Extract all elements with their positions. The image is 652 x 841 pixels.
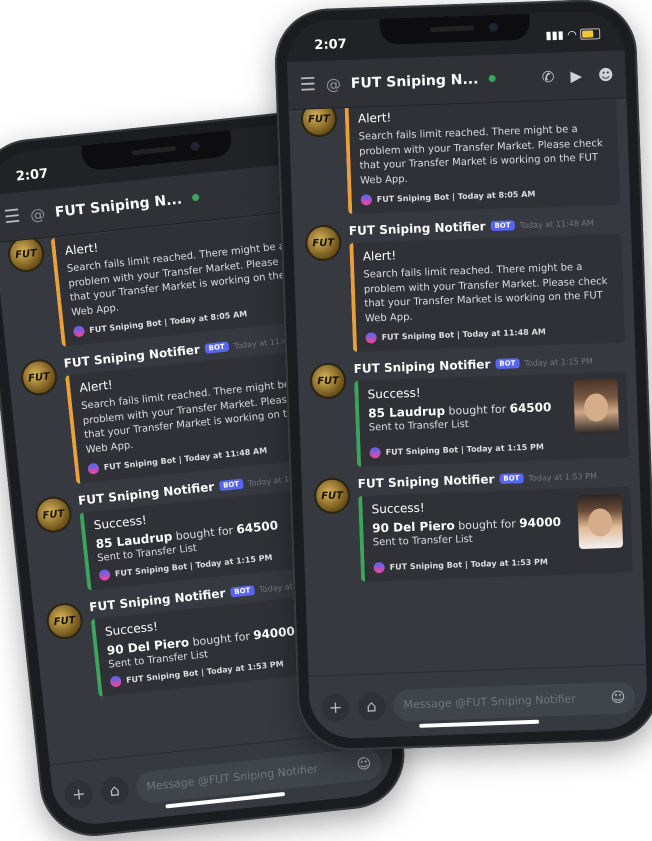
player-name: 85 Laudrup	[368, 403, 446, 421]
message-timestamp: Today at 1:53 PM	[528, 471, 598, 483]
call-icon[interactable]: ✆	[542, 67, 555, 85]
channel-name: FUT Sniping N...	[54, 190, 183, 221]
emoji-icon[interactable]: ☺	[610, 689, 625, 706]
bot-footer-icon	[98, 569, 111, 582]
message: FUT FUT Sniping Notifier BOT Today at 11:4…	[304, 215, 625, 354]
alert-embed: Alert! Search fails limit reached. There…	[349, 233, 625, 352]
channel-name: FUT Sniping N...	[350, 70, 479, 92]
success-embed: Success! 85 Laudrup bought for 64500 Sen…	[354, 371, 629, 467]
price: 64500	[509, 400, 552, 416]
message-feed[interactable]: FUT Alert! Search fails limit reached. T…	[289, 98, 647, 675]
phone-front: 2:07 ▮▮▮ ◠ ☰ @ FUT Sniping N... ✆ ▶ ☻ FUT A…	[273, 0, 652, 753]
bought-for-text: bought for	[458, 517, 517, 533]
author-name[interactable]: FUT Sniping Notifier	[353, 357, 490, 376]
notch	[379, 13, 531, 45]
members-icon[interactable]: ☻	[598, 65, 614, 84]
online-status-icon	[191, 193, 200, 202]
gift-icon[interactable]: ⌂	[357, 691, 386, 721]
at-icon: @	[29, 204, 47, 224]
signal-icon: ▮▮▮	[545, 28, 564, 43]
bot-badge: BOT	[229, 585, 255, 598]
bot-badge: BOT	[218, 478, 244, 492]
online-status-icon	[488, 74, 496, 83]
message-composer: + ⌂ Message @FUT Sniping Notifier ☺	[308, 663, 649, 740]
bot-footer-icon	[72, 325, 86, 338]
message-placeholder: Message @FUT Sniping Notifier	[403, 692, 576, 712]
embed-description: Search fails limit reached. There might …	[358, 123, 603, 187]
bot-footer-icon	[87, 462, 100, 475]
at-icon: @	[325, 74, 342, 94]
menu-icon[interactable]: ☰	[3, 205, 21, 228]
bot-badge: BOT	[204, 341, 230, 354]
message-placeholder: Message @FUT Sniping Notifier	[145, 762, 319, 794]
message-timestamp: Today at 11:48 AM	[519, 217, 594, 230]
bought-for-text: bought for	[448, 402, 507, 418]
embed-footer: FUT Sniping Bot | Today at 8:05 AM	[376, 189, 536, 205]
emoji-icon[interactable]: ☺	[356, 755, 372, 772]
player-thumbnail[interactable]	[573, 378, 620, 435]
screen: 2:07 ▮▮▮ ◠ ☰ @ FUT Sniping N... ✆ ▶ ☻ FUT A…	[285, 10, 649, 740]
author-name[interactable]: FUT Sniping Notifier	[357, 472, 494, 491]
message-input[interactable]: Message @FUT Sniping Notifier ☺	[392, 680, 636, 722]
avatar[interactable]: FUT	[313, 477, 351, 515]
status-time: 2:07	[15, 166, 49, 185]
success-embed: Success! 90 Del Piero bought for 94000 S…	[358, 486, 633, 582]
bot-badge: BOT	[499, 473, 524, 484]
alert-embed: Alert! Search fails limit reached. There…	[344, 98, 621, 215]
gift-icon[interactable]: ⌂	[99, 774, 131, 806]
message-timestamp: Today at 1:15 PM	[524, 356, 594, 368]
bot-badge: BOT	[490, 220, 515, 232]
status-time: 2:07	[314, 37, 347, 54]
message: FUT Alert! Search fails limit reached. T…	[300, 98, 621, 215]
price: 94000	[519, 514, 562, 531]
avatar[interactable]: FUT	[44, 601, 85, 641]
menu-icon[interactable]: ☰	[299, 74, 316, 96]
player-name: 90 Del Piero	[372, 518, 455, 536]
embed-footer: FUT Sniping Bot | Today at 11:48 AM	[381, 327, 546, 342]
wifi-icon: ◠	[567, 27, 577, 42]
add-icon[interactable]: +	[321, 692, 350, 722]
author-name[interactable]: FUT Sniping Notifier	[349, 219, 486, 238]
embed-title: Success!	[367, 385, 421, 402]
avatar[interactable]: FUT	[33, 494, 74, 535]
embed-title: Success!	[371, 500, 425, 517]
embed-footer: FUT Sniping Bot | Today at 1:53 PM	[389, 557, 549, 572]
avatar[interactable]: FUT	[304, 224, 342, 262]
message: FUT FUT Sniping Notifier BOT Today at 1:53…	[313, 467, 633, 583]
embed-description: Search fails limit reached. There might …	[363, 261, 608, 325]
add-icon[interactable]: +	[63, 778, 95, 810]
embed-footer: FUT Sniping Bot | Today at 1:15 PM	[385, 442, 544, 457]
battery-icon	[579, 28, 601, 40]
bot-badge: BOT	[495, 358, 520, 370]
avatar[interactable]: FUT	[309, 362, 347, 400]
bot-footer-icon	[369, 447, 381, 459]
bot-footer-icon	[365, 332, 377, 344]
video-icon[interactable]: ▶	[570, 66, 582, 84]
avatar[interactable]: FUT	[19, 357, 59, 398]
player-thumbnail[interactable]	[577, 493, 624, 550]
bot-footer-icon	[360, 194, 373, 206]
bot-footer-icon	[373, 561, 385, 574]
bot-footer-icon	[109, 675, 122, 688]
message: FUT FUT Sniping Notifier BOT Today at 1:15…	[309, 352, 629, 468]
